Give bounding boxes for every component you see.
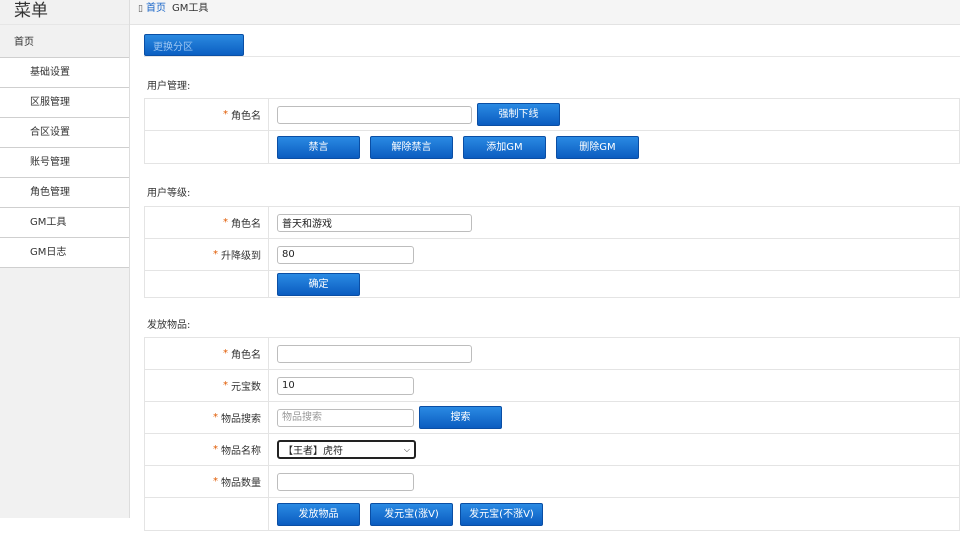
form-row: 禁言 解除禁言 添加GM 删除GM bbox=[145, 131, 959, 163]
send-gold-vip-button[interactable]: 发元宝(涨V) bbox=[370, 502, 453, 526]
user-management-form: * 角色名 强制下线 禁言 解除禁言 添加GM 删除GM bbox=[144, 98, 960, 164]
item-search-label: * 物品搜索 bbox=[145, 402, 269, 433]
field-cell: 禁言 解除禁言 添加GM 删除GM bbox=[277, 131, 639, 163]
form-row: * 物品数量 bbox=[145, 466, 959, 498]
item-qty-label: * 物品数量 bbox=[145, 466, 269, 497]
section-title-user-management: 用户管理: bbox=[147, 81, 191, 92]
form-row: * 元宝数 bbox=[145, 370, 959, 402]
form-row: 发放物品 发元宝(涨V) 发元宝(不涨V) bbox=[145, 498, 959, 530]
search-button[interactable]: 搜索 bbox=[419, 406, 502, 429]
sidebar-item-merge-settings[interactable]: 合区设置 bbox=[0, 118, 129, 148]
field-cell bbox=[277, 207, 472, 238]
empty-label bbox=[145, 131, 269, 163]
chevron-down-icon: ⌵ bbox=[403, 444, 410, 454]
sidebar-item-server-management[interactable]: 区服管理 bbox=[0, 88, 129, 118]
zone-row: 更换分区 bbox=[144, 33, 960, 57]
sidebar-item-account-management[interactable]: 账号管理 bbox=[0, 148, 129, 178]
confirm-level-button[interactable]: 确定 bbox=[277, 272, 360, 296]
unmute-button[interactable]: 解除禁言 bbox=[370, 135, 453, 159]
item-quantity-input[interactable] bbox=[277, 472, 414, 491]
form-row: * 升降级到 bbox=[145, 239, 959, 271]
breadcrumb: ▯ 首页 GM工具 bbox=[130, 0, 960, 25]
breadcrumb-current: GM工具 bbox=[171, 3, 209, 14]
field-cell: 确定 bbox=[277, 271, 360, 297]
send-items-form: *角色名 *元宝数 *物品搜索 搜索 *物品名称 【王者】虎符 ⌵ bbox=[144, 337, 960, 531]
send-items-button[interactable]: 发放物品 bbox=[277, 502, 360, 526]
menu-title: 菜单 bbox=[14, 1, 48, 21]
empty-label bbox=[145, 498, 269, 530]
sidebar-item-role-management[interactable]: 角色管理 bbox=[0, 178, 129, 208]
item-name-selected: 【王者】虎符 bbox=[283, 446, 343, 457]
form-row: * 角色名 bbox=[145, 207, 959, 239]
form-row: 确定 bbox=[145, 271, 959, 297]
empty-label bbox=[145, 271, 269, 297]
role-name-label: * 角色名 bbox=[145, 207, 269, 238]
level-label: * 升降级到 bbox=[145, 239, 269, 270]
section-title-user-level: 用户等级: bbox=[147, 188, 191, 199]
role-name-label: * 角色名 bbox=[145, 99, 269, 130]
force-offline-button[interactable]: 强制下线 bbox=[477, 103, 560, 126]
gold-amount-input[interactable] bbox=[277, 376, 414, 395]
sidebar-item-gm-log[interactable]: GM日志 bbox=[0, 238, 129, 268]
field-cell bbox=[277, 466, 414, 497]
field-cell bbox=[277, 338, 472, 369]
user-level-role-name-input[interactable] bbox=[277, 213, 472, 232]
user-mgmt-role-name-input[interactable] bbox=[277, 105, 472, 124]
field-cell bbox=[277, 370, 414, 401]
sidebar-item-home[interactable]: 首页 bbox=[0, 24, 129, 58]
form-row: * 角色名 bbox=[145, 338, 959, 370]
main-content: 更换分区 用户管理: * 角色名 强制下线 禁言 解除禁言 添加GM 删除GM 用… bbox=[130, 25, 960, 540]
field-cell: 强制下线 bbox=[277, 99, 560, 130]
item-name-select[interactable]: 【王者】虎符 ⌵ bbox=[277, 440, 416, 459]
form-row: * 角色名 强制下线 bbox=[145, 99, 959, 131]
change-zone-button[interactable]: 更换分区 bbox=[144, 34, 244, 56]
sidebar-item-gm-tools[interactable]: GM工具 bbox=[0, 208, 129, 238]
role-name-label: * 角色名 bbox=[145, 338, 269, 369]
sidebar-item-basic-settings[interactable]: 基础设置 bbox=[0, 58, 129, 88]
add-gm-button[interactable]: 添加GM bbox=[463, 135, 546, 159]
field-cell bbox=[277, 239, 414, 270]
field-cell: 发放物品 发元宝(涨V) 发元宝(不涨V) bbox=[277, 498, 543, 530]
level-input[interactable] bbox=[277, 245, 414, 264]
send-gold-novip-button[interactable]: 发元宝(不涨V) bbox=[460, 502, 543, 526]
form-row: *物品搜索 搜索 bbox=[145, 402, 959, 434]
section-title-send-items: 发放物品: bbox=[147, 320, 191, 331]
required-mark: * bbox=[223, 109, 228, 120]
gold-label: * 元宝数 bbox=[145, 370, 269, 401]
item-search-input[interactable] bbox=[277, 408, 414, 427]
form-row: * 物品名称 【王者】虎符 ⌵ bbox=[145, 434, 959, 466]
home-icon: ▯ bbox=[138, 4, 143, 14]
field-cell: 搜索 bbox=[277, 402, 502, 433]
field-cell: 【王者】虎符 ⌵ bbox=[277, 434, 416, 465]
breadcrumb-home-link[interactable]: 首页 bbox=[146, 3, 166, 14]
sidebar: 菜单 首页 基础设置 区服管理 合区设置 账号管理 角色管理 GM工具 GM日志 bbox=[0, 0, 130, 518]
user-level-form: *角色名 *升降级到 确定 bbox=[144, 206, 960, 298]
items-role-name-input[interactable] bbox=[277, 344, 472, 363]
mute-button[interactable]: 禁言 bbox=[277, 135, 360, 159]
delete-gm-button[interactable]: 删除GM bbox=[556, 135, 639, 159]
item-name-label: * 物品名称 bbox=[145, 434, 269, 465]
